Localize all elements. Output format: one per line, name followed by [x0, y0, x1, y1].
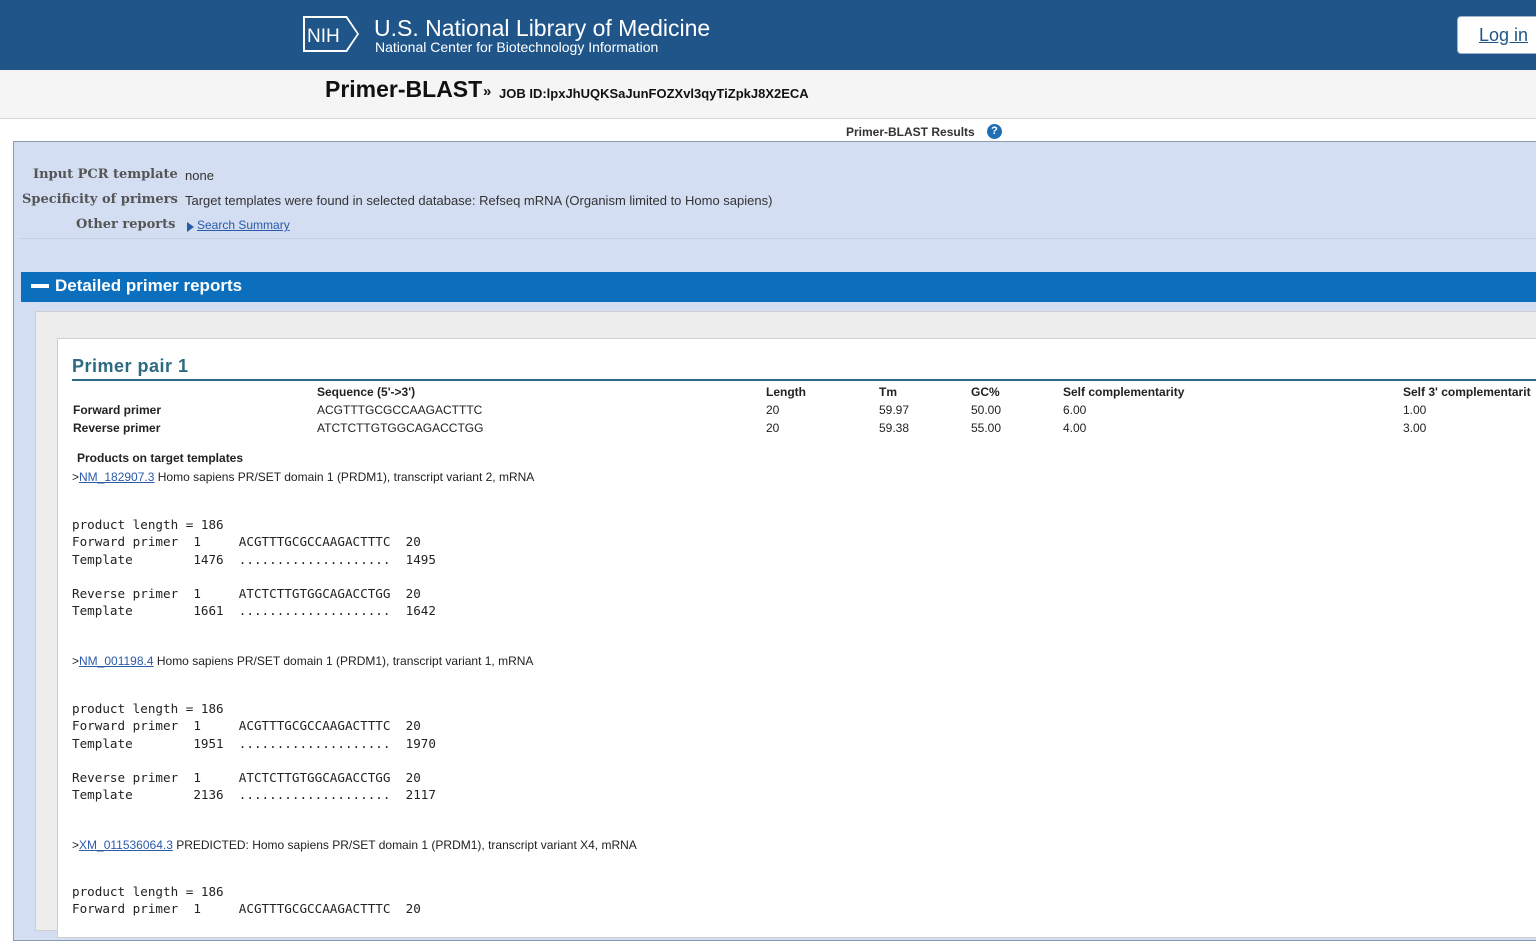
col-header-self3-comp: Self 3' complementarit — [1403, 385, 1531, 399]
nih-logo-text: NIH — [307, 26, 340, 47]
job-separator: » — [483, 83, 492, 100]
row-reverse-gc: 55.00 — [971, 421, 1002, 435]
job-id: JOB ID:lpxJhUQKSaJunFOZXvl3qyTiZpkJ8X2EC… — [499, 86, 809, 101]
row-forward-gc: 50.00 — [971, 403, 1002, 417]
input-template-label: Input PCR template — [33, 167, 178, 182]
hit-description: PREDICTED: Homo sapiens PR/SET domain 1 … — [172, 838, 637, 852]
site-subtitle[interactable]: National Center for Biotechnology Inform… — [375, 39, 658, 55]
hit-prefix: > — [72, 838, 80, 852]
hit-prefix: > — [72, 654, 80, 668]
app-name: Primer-BLAST — [325, 76, 483, 102]
minus-icon[interactable] — [31, 284, 49, 288]
row-reverse-self3: 3.00 — [1403, 421, 1427, 435]
row-reverse-tm: 59.38 — [879, 421, 910, 435]
hit-alignment: product length = 186 Forward primer 1 AC… — [72, 701, 436, 803]
row-forward-self: 6.00 — [1063, 403, 1087, 417]
col-header-gc: GC% — [971, 385, 1000, 399]
col-header-self-comp: Self complementarity — [1063, 385, 1185, 399]
row-forward-length: 20 — [766, 403, 780, 417]
nih-header — [0, 0, 1536, 70]
hit-header: >XM_011536064.3 PREDICTED: Homo sapiens … — [72, 838, 637, 852]
hit-description: Homo sapiens PR/SET domain 1 (PRDM1), tr… — [153, 654, 534, 668]
triangle-right-icon — [187, 222, 194, 232]
col-header-tm: Tm — [879, 385, 897, 399]
hit-prefix: > — [72, 470, 80, 484]
input-template-value: none — [185, 168, 214, 183]
products-title: Products on target templates — [77, 451, 244, 465]
search-summary-link[interactable]: Search Summary — [197, 218, 290, 232]
specificity-value: Target templates were found in selected … — [185, 193, 773, 208]
row-reverse-sequence: ATCTCTTGTGGCAGACCTGG — [317, 421, 484, 435]
hit-alignment: product length = 186 Forward primer 1 AC… — [72, 517, 436, 619]
row-forward-sequence: ACGTTTGCGCCAAGACTTTC — [317, 403, 483, 417]
col-header-length: Length — [766, 385, 806, 399]
hit-alignment: product length = 186 Forward primer 1 AC… — [72, 884, 421, 917]
login-button[interactable]: Log in — [1457, 16, 1536, 54]
hit-header: >NM_001198.4 Homo sapiens PR/SET domain … — [72, 654, 533, 668]
row-forward-self3: 1.00 — [1403, 403, 1427, 417]
other-reports-label: Other reports — [76, 217, 176, 232]
detailed-reports-bar[interactable] — [21, 272, 1536, 302]
nih-logo[interactable]: NIH — [303, 16, 359, 52]
detailed-reports-title[interactable]: Detailed primer reports — [55, 276, 242, 296]
question-icon[interactable]: ? — [987, 124, 1002, 139]
hit-header: >NM_182907.3 Homo sapiens PR/SET domain … — [72, 470, 534, 484]
row-reverse-name: Reverse primer — [73, 421, 161, 435]
primer-pair-title: Primer pair 1 — [72, 356, 189, 376]
hit-accession-link[interactable]: XM_011536064.3 — [79, 838, 173, 852]
col-header-sequence: Sequence (5'->3') — [317, 385, 416, 399]
hit-description: Homo sapiens PR/SET domain 1 (PRDM1), tr… — [154, 470, 535, 484]
summary-divider — [19, 238, 1536, 239]
primer-pair-rule — [72, 379, 1536, 381]
site-title[interactable]: U.S. National Library of Medicine — [374, 14, 710, 42]
row-forward-tm: 59.97 — [879, 403, 910, 417]
results-heading: Primer-BLAST Results — [846, 125, 975, 139]
specificity-label: Specificity of primers — [22, 192, 178, 207]
hit-accession-link[interactable]: NM_001198.4 — [79, 654, 154, 668]
row-reverse-length: 20 — [766, 421, 780, 435]
hit-accession-link[interactable]: NM_182907.3 — [79, 470, 154, 484]
row-forward-name: Forward primer — [73, 403, 162, 417]
row-reverse-self: 4.00 — [1063, 421, 1087, 435]
